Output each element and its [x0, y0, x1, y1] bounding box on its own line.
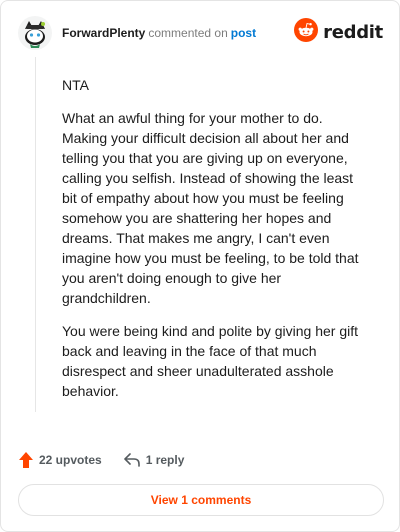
upvote-count: 22 upvotes — [39, 453, 102, 467]
reddit-wordmark: reddit — [323, 21, 383, 43]
comment-card: ForwardPlenty commented on post reddit N… — [0, 0, 400, 532]
comment-actions: 22 upvotes 1 reply — [19, 449, 184, 471]
reply-count: 1 reply — [145, 453, 185, 467]
reddit-logo-icon — [294, 17, 319, 47]
thread-line[interactable] — [35, 57, 36, 412]
comment-body: NTA What an awful thing for your mother … — [62, 75, 368, 414]
comment-paragraph: NTA — [62, 77, 89, 93]
reply-arrow-icon — [123, 453, 140, 467]
byline-verb: commented on — [148, 26, 228, 40]
comment-byline: ForwardPlenty commented on post — [62, 26, 256, 40]
upvote-button[interactable]: 22 upvotes — [19, 452, 102, 468]
comment-header: ForwardPlenty commented on post reddit — [17, 15, 385, 55]
snoo-avatar-icon[interactable] — [17, 15, 53, 51]
reddit-brand[interactable]: reddit — [294, 17, 383, 47]
reply-button[interactable]: 1 reply — [123, 453, 185, 467]
upvote-arrow-icon — [19, 452, 33, 468]
comment-paragraph: You were being kind and polite by giving… — [62, 323, 359, 399]
comment-paragraph: What an awful thing for your mother to d… — [62, 110, 359, 306]
post-link[interactable]: post — [231, 26, 256, 40]
username-link[interactable]: ForwardPlenty — [62, 26, 145, 40]
view-comments-button[interactable]: View 1 comments — [18, 484, 384, 516]
